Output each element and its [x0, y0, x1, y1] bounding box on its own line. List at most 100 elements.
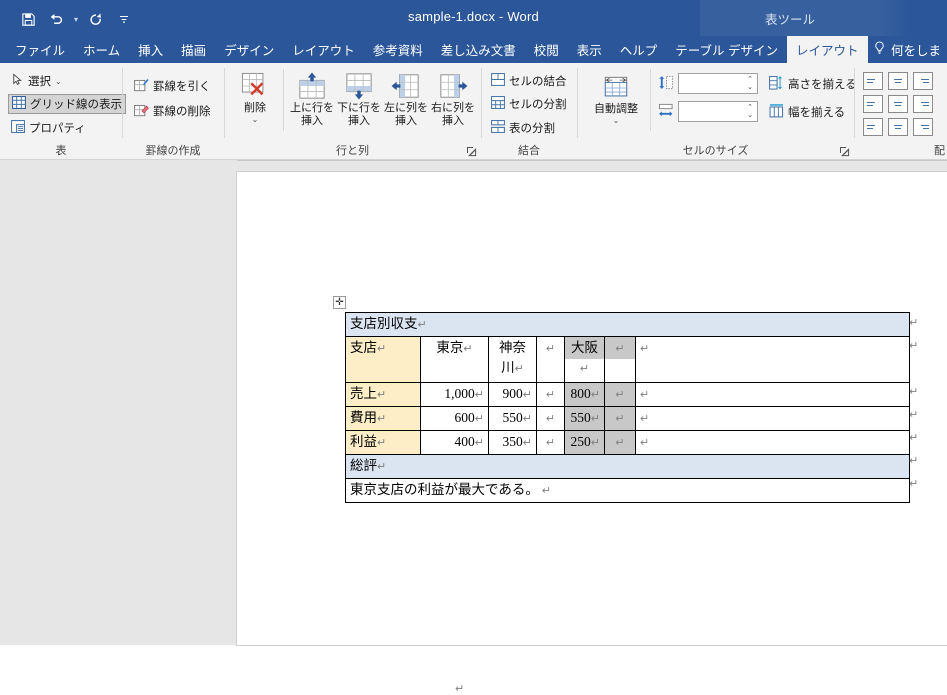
document-area[interactable]: ✛ 支店別収支↵ 支店↵ 東京↵ 神奈川↵ ↵ 大阪↵ ↵ ↵ 売上↵ 1,00…	[0, 160, 947, 695]
distribute-columns-icon	[769, 103, 784, 121]
tab-2[interactable]: 挿入	[129, 36, 172, 63]
cell-value-blank1[interactable]: ↵	[536, 382, 565, 407]
document-page[interactable]: ✛ 支店別収支↵ 支店↵ 東京↵ 神奈川↵ ↵ 大阪↵ ↵ ↵ 売上↵ 1,00…	[237, 172, 947, 695]
split-cells-button[interactable]: セルの分割	[488, 94, 570, 114]
tab-9[interactable]: 表示	[568, 36, 611, 63]
align-top-right-button[interactable]	[913, 72, 933, 90]
tab-12[interactable]: レイアウト	[787, 36, 868, 63]
insert-left-icon	[391, 70, 421, 100]
cell-summary-label[interactable]: 総評↵	[345, 454, 910, 479]
cell-value-kanagawa[interactable]: 900↵	[488, 382, 537, 407]
align-top-center-button[interactable]	[888, 72, 908, 90]
cell-value-tokyo[interactable]: 1,000↵	[420, 382, 489, 407]
ribbon-group-rows-and-columns: 削除 ⌄ 上に行を 挿入 下に行を 挿入 左に列を 挿入 右に列を 挿入 行と列	[225, 63, 480, 160]
tab-0[interactable]: ファイル	[6, 36, 74, 63]
cell-caption[interactable]: 支店別収支↵	[345, 312, 910, 337]
cell-value-blank1[interactable]: ↵	[536, 406, 565, 431]
insert-left-label: 左に列を 挿入	[384, 102, 428, 127]
cell-value-blank3[interactable]: ↵	[635, 406, 910, 431]
align-top-left-button[interactable]	[863, 72, 883, 90]
cell-row-label[interactable]: 費用↵	[345, 406, 421, 431]
row-height-stepper[interactable]: ⌃ ⌄	[743, 74, 757, 93]
cell-value-tokyo[interactable]: 400↵	[420, 430, 489, 455]
distribute-rows-label: 高さを揃える	[788, 79, 857, 91]
cell-size-dialog-launcher[interactable]	[839, 146, 850, 157]
tab-3[interactable]: 描画	[172, 36, 215, 63]
cell-value-osaka[interactable]: 550↵	[564, 406, 605, 431]
split-table-icon	[491, 120, 505, 136]
tab-1[interactable]: ホーム	[74, 36, 129, 63]
cell-value-blank1[interactable]: ↵	[536, 430, 565, 455]
cell-header-blank3[interactable]: ↵	[635, 336, 910, 383]
align-bottom-center-button[interactable]	[888, 118, 908, 136]
table-row-header[interactable]: 支店↵ 東京↵ 神奈川↵ ↵ 大阪↵ ↵ ↵	[345, 336, 910, 383]
merge-cells-button[interactable]: セルの結合	[488, 71, 570, 91]
end-of-row-mark-icon: ↵	[909, 340, 919, 352]
tab-6[interactable]: 参考資料	[364, 36, 432, 63]
align-bottom-left-button[interactable]	[863, 118, 883, 136]
split-table-button[interactable]: 表の分割	[488, 118, 558, 138]
distribute-rows-button[interactable]: 高さを揃える	[766, 74, 860, 94]
table-row-summary-text[interactable]: 東京支店の利益が最大である。 ↵	[345, 478, 910, 503]
cell-value-osaka[interactable]: 250↵	[564, 430, 605, 455]
table-row[interactable]: 売上↵ 1,000↵ 900↵ ↵ 800↵ ↵ ↵	[345, 382, 910, 407]
cell-value-blank3[interactable]: ↵	[635, 382, 910, 407]
select-button[interactable]: 選択 ⌄	[8, 71, 65, 91]
cell-header-blank1[interactable]: ↵	[536, 336, 565, 383]
cell-row-label[interactable]: 利益↵	[345, 430, 421, 455]
cell-value-blank2[interactable]: ↵	[604, 382, 636, 407]
tell-me-search[interactable]: 何をしま	[873, 36, 945, 63]
cell-header-tokyo[interactable]: 東京↵	[420, 336, 489, 383]
column-width-stepper[interactable]: ⌃ ⌄	[743, 102, 757, 121]
draw-table-button[interactable]: 罫線を引く	[131, 76, 214, 96]
tab-8[interactable]: 校閲	[525, 36, 568, 63]
insert-left-button[interactable]: 左に列を 挿入	[383, 70, 429, 128]
column-width-input[interactable]: ⌃ ⌄	[678, 101, 758, 122]
delete-button[interactable]: 削除 ⌄	[231, 70, 279, 124]
align-middle-center-button[interactable]	[888, 95, 908, 113]
cell-summary-text[interactable]: 東京支店の利益が最大である。 ↵	[345, 478, 910, 503]
distribute-columns-button[interactable]: 幅を揃える	[766, 102, 848, 122]
cell-value-blank2[interactable]: ↵	[604, 406, 636, 431]
table-properties-button[interactable]: プロパティ	[8, 118, 89, 138]
cell-value-kanagawa[interactable]: 550↵	[488, 406, 537, 431]
tab-7[interactable]: 差し込み文書	[432, 36, 525, 63]
rows-and-columns-dialog-launcher[interactable]	[466, 146, 477, 157]
view-gridlines-button[interactable]: グリッド線の表示	[8, 94, 126, 114]
table-move-handle[interactable]: ✛	[333, 296, 346, 309]
tab-11[interactable]: テーブル デザイン	[666, 36, 787, 63]
cell-value-kanagawa[interactable]: 350↵	[488, 430, 537, 455]
tab-5[interactable]: レイアウト	[283, 36, 364, 63]
insert-below-button[interactable]: 下に行を 挿入	[336, 70, 382, 128]
column-width-icon	[658, 103, 674, 121]
cell-header-label[interactable]: 支店↵	[345, 336, 421, 383]
table-row[interactable]: 費用↵ 600↵ 550↵ ↵ 550↵ ↵ ↵	[345, 406, 910, 431]
split-cells-label: セルの分割	[509, 99, 567, 111]
cell-header-blank2[interactable]: ↵	[604, 336, 636, 383]
table-row-caption[interactable]: 支店別収支↵	[345, 312, 910, 337]
cell-value-osaka[interactable]: 800↵	[564, 382, 605, 407]
table-row-summary-label[interactable]: 総評↵	[345, 454, 910, 479]
tab-label: レイアウト	[292, 44, 355, 58]
eraser-button[interactable]: 罫線の削除	[131, 101, 214, 121]
align-middle-right-button[interactable]	[913, 95, 933, 113]
row-height-input[interactable]: ⌃ ⌄	[678, 73, 758, 94]
tab-10[interactable]: ヘルプ	[611, 36, 667, 63]
tab-label: 差し込み文書	[440, 44, 516, 58]
align-bottom-right-button[interactable]	[913, 118, 933, 136]
cell-row-label[interactable]: 売上↵	[345, 382, 421, 407]
autofit-button[interactable]: 自動調整 ⌄	[588, 71, 644, 125]
align-middle-left-button[interactable]	[863, 95, 883, 113]
cell-header-osaka[interactable]: 大阪 ↵	[564, 336, 605, 383]
tab-4[interactable]: デザイン	[215, 36, 283, 63]
insert-right-button[interactable]: 右に列を 挿入	[430, 70, 476, 128]
tab-label: 参考資料	[372, 44, 423, 58]
table-row[interactable]: 利益↵ 400↵ 350↵ ↵ 250↵ ↵ ↵	[345, 430, 910, 455]
insert-above-button[interactable]: 上に行を 挿入	[289, 70, 335, 128]
cell-value-blank2[interactable]: ↵	[604, 430, 636, 455]
cell-value-tokyo[interactable]: 600↵	[420, 406, 489, 431]
cell-header-kanagawa[interactable]: 神奈川↵	[488, 336, 537, 383]
document-table[interactable]: 支店別収支↵ 支店↵ 東京↵ 神奈川↵ ↵ 大阪↵ ↵ ↵ 売上↵ 1,000↵…	[345, 312, 910, 503]
cell-value-blank3[interactable]: ↵	[635, 430, 910, 455]
pointer-icon	[11, 73, 24, 89]
